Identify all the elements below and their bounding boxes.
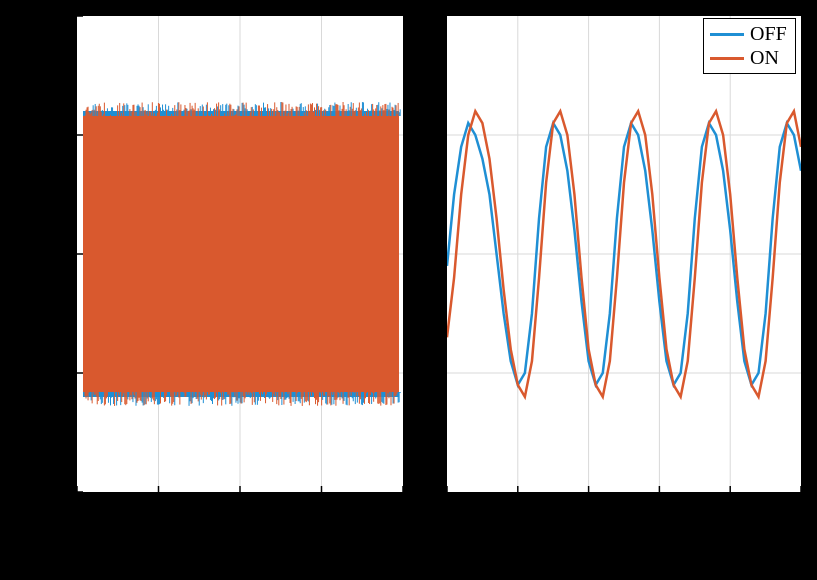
legend-label-on: ON bbox=[750, 46, 779, 70]
rxtick-2: 0.02 bbox=[570, 501, 605, 523]
right-xlabel: Time [s] bbox=[583, 528, 664, 554]
legend-row-on: ON bbox=[710, 46, 787, 70]
left-series-on bbox=[83, 116, 399, 392]
ytick-20: 20 bbox=[48, 4, 68, 26]
left-x-ticklabels: 0 1 2 3 4 bbox=[70, 501, 410, 523]
left-y-ticklabels: 20 10 0 -10 -20 bbox=[41, 4, 68, 502]
legend-label-off: OFF bbox=[750, 22, 787, 46]
right-panel bbox=[445, 14, 803, 494]
left-plot-svg bbox=[77, 16, 403, 492]
legend-row-off: OFF bbox=[710, 22, 787, 46]
xtick-2: 2 bbox=[235, 501, 245, 523]
rxtick-4: 0.04 bbox=[711, 501, 746, 523]
figure: 20 10 0 -10 -20 0 1 2 3 4 Time [s] Exten… bbox=[0, 0, 817, 580]
xtick-0: 0 bbox=[70, 501, 80, 523]
ytick--10: -10 bbox=[41, 361, 68, 383]
right-ticks bbox=[447, 486, 801, 492]
xtick-4: 4 bbox=[400, 501, 410, 523]
rxtick-1: 0.01 bbox=[499, 501, 534, 523]
rxtick-0: 0 bbox=[440, 501, 450, 523]
legend: OFF ON bbox=[703, 18, 796, 74]
ytick-0: 0 bbox=[58, 242, 68, 264]
rxtick-3: 0.03 bbox=[640, 501, 675, 523]
rxtick-5: 0.05 bbox=[782, 501, 817, 523]
left-xlabel: Time [s] bbox=[199, 528, 280, 554]
right-plot-svg bbox=[447, 16, 801, 492]
legend-swatch-on bbox=[710, 57, 744, 60]
xtick-1: 1 bbox=[152, 501, 162, 523]
right-x-ticklabels: 0 0.01 0.02 0.03 0.04 0.05 bbox=[440, 501, 817, 523]
ytick--20: -20 bbox=[41, 480, 68, 502]
left-ylabel: Extension [mm] bbox=[4, 176, 30, 331]
xtick-3: 3 bbox=[317, 501, 327, 523]
legend-swatch-off bbox=[710, 33, 744, 36]
left-panel bbox=[75, 14, 405, 494]
ytick-10: 10 bbox=[48, 123, 68, 145]
